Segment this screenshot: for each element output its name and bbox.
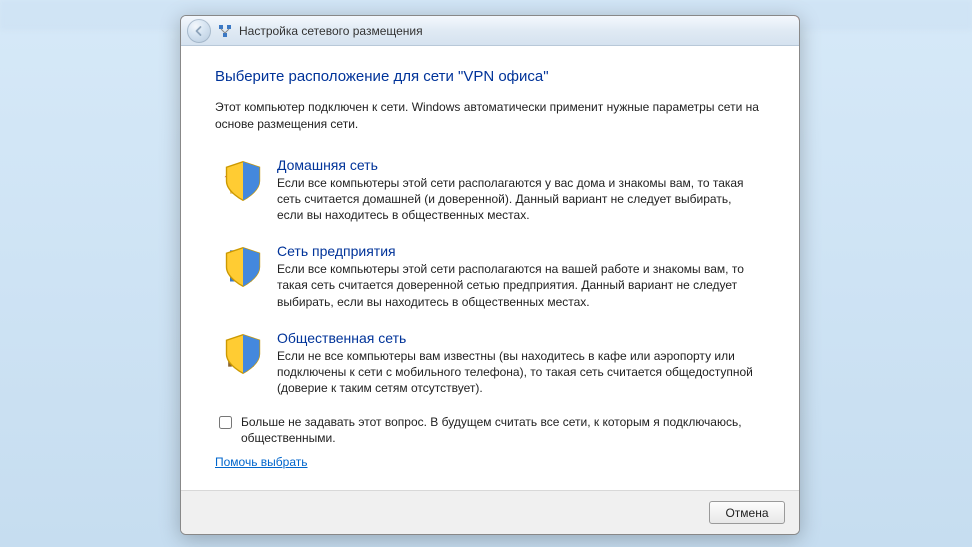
dont-ask-again-row[interactable]: Больше не задавать этот вопрос. В будуще… — [215, 414, 765, 446]
shield-icon — [221, 332, 265, 376]
back-arrow-icon — [193, 25, 205, 37]
cancel-button[interactable]: Отмена — [709, 501, 785, 524]
option-title: Домашняя сеть — [277, 157, 761, 173]
help-me-choose-link[interactable]: Помочь выбрать — [215, 455, 308, 469]
option-public-network[interactable]: Общественная сеть Если не все компьютеры… — [215, 324, 765, 411]
dialog-footer: Отмена — [181, 490, 799, 534]
option-home-network[interactable]: Домашняя сеть Если все компьютеры этой с… — [215, 151, 765, 238]
intro-text: Этот компьютер подключен к сети. Windows… — [215, 99, 765, 133]
network-location-dialog: Настройка сетевого размещения Выберите р… — [180, 15, 800, 535]
option-title: Общественная сеть — [277, 330, 761, 346]
back-button[interactable] — [187, 19, 211, 43]
option-desc: Если все компьютеры этой сети располагаю… — [277, 175, 761, 224]
option-title: Сеть предприятия — [277, 243, 761, 259]
option-work-network[interactable]: Сеть предприятия Если все компьютеры это… — [215, 237, 765, 324]
option-desc: Если не все компьютеры вам известны (вы … — [277, 348, 761, 397]
shield-icon — [221, 159, 265, 203]
dont-ask-again-label: Больше не задавать этот вопрос. В будуще… — [241, 414, 765, 446]
home-network-icon — [219, 157, 263, 201]
window-title: Настройка сетевого размещения — [239, 24, 423, 38]
public-network-icon — [219, 330, 263, 374]
titlebar: Настройка сетевого размещения — [181, 16, 799, 46]
option-desc: Если все компьютеры этой сети располагаю… — [277, 261, 761, 310]
page-heading: Выберите расположение для сети "VPN офис… — [215, 68, 765, 85]
dont-ask-again-checkbox[interactable] — [219, 416, 232, 429]
dialog-content: Выберите расположение для сети "VPN офис… — [181, 46, 799, 490]
work-network-icon — [219, 243, 263, 287]
shield-icon — [221, 245, 265, 289]
network-icon — [217, 23, 233, 39]
